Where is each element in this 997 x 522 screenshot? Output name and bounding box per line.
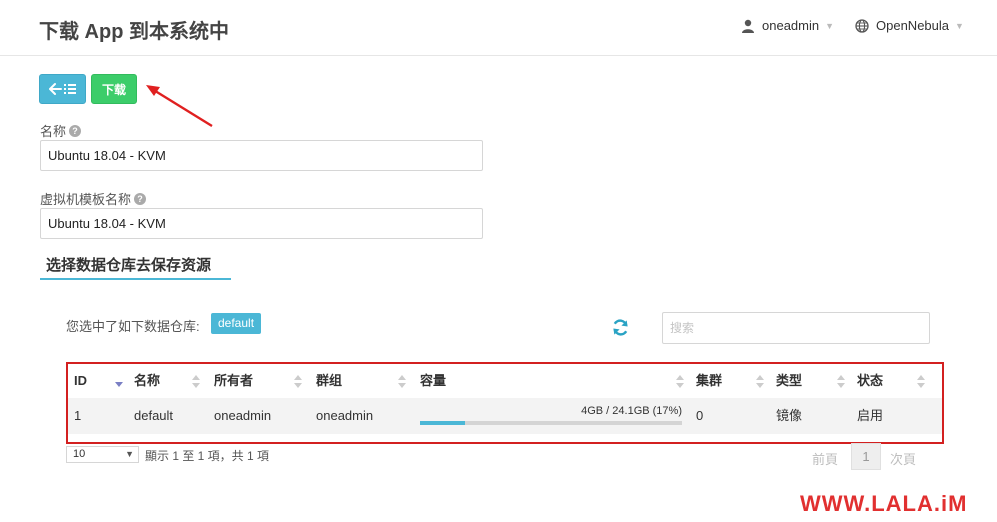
col-status[interactable]: 状态 — [851, 364, 931, 398]
cell-capacity: 4GB / 24.1GB (17%) — [581, 405, 682, 417]
user-name: oneadmin — [762, 18, 820, 33]
datastore-table: ID 名称 所有者 群组 容量 集群 类型 状态 1 default onead… — [66, 362, 944, 444]
page-title: 下载 App 到本系统中 — [39, 21, 229, 43]
selected-datastore-badge: default — [211, 313, 262, 334]
table-header: ID 名称 所有者 群组 容量 集群 类型 状态 — [68, 364, 942, 398]
sort-icon — [837, 375, 845, 388]
download-button[interactable]: 下载 — [91, 74, 137, 104]
sort-desc-icon — [115, 382, 123, 387]
watermark: WWW.LALA.iM — [800, 491, 968, 516]
refresh-icon[interactable] — [611, 318, 630, 337]
sort-icon — [294, 375, 302, 388]
cell-cluster: 0 — [696, 408, 704, 423]
cell-type: 镜像 — [776, 408, 803, 423]
sort-icon — [192, 375, 200, 388]
globe-icon — [855, 18, 869, 33]
next-page-button[interactable]: 次頁 — [890, 449, 916, 468]
cell-name: default — [134, 408, 174, 423]
search-input[interactable] — [662, 312, 930, 344]
zone-name: OpenNebula — [876, 18, 949, 33]
capacity-bar — [420, 421, 682, 425]
cell-group: oneadmin — [316, 408, 374, 423]
chevron-down-icon: ▼ — [125, 449, 134, 459]
help-icon[interactable]: ? — [69, 124, 82, 137]
user-icon — [742, 19, 754, 33]
zone-menu[interactable]: OpenNebula ▼ — [855, 18, 964, 33]
template-name-label: 虚拟机模板名称 ? — [40, 189, 147, 208]
sort-icon — [917, 375, 925, 388]
selected-datastore-text: 您选中了如下数据仓库: — [66, 319, 200, 334]
cell-owner: oneadmin — [214, 408, 272, 423]
section-title: 选择数据仓库去保存资源 — [40, 254, 231, 280]
col-type[interactable]: 类型 — [770, 364, 851, 398]
sort-icon — [756, 375, 764, 388]
col-group[interactable]: 群组 — [310, 364, 412, 398]
chevron-down-icon: ▼ — [825, 20, 835, 31]
col-name[interactable]: 名称 — [128, 364, 206, 398]
back-list-icon — [48, 83, 76, 95]
sort-icon — [398, 375, 406, 388]
top-header: 下载 App 到本系统中 oneadmin ▼ OpenNebula ▼ — [0, 0, 997, 56]
prev-page-button[interactable]: 前頁 — [812, 449, 838, 468]
back-button[interactable] — [39, 74, 86, 104]
help-icon[interactable]: ? — [134, 192, 147, 205]
page-size-select[interactable]: 10 ▼ — [66, 446, 139, 463]
name-label: 名称 ? — [40, 121, 82, 140]
cell-status: 启用 — [857, 408, 884, 423]
template-name-input[interactable] — [40, 208, 483, 239]
col-capacity[interactable]: 容量 — [414, 364, 690, 398]
table-row[interactable]: 1 default oneadmin oneadmin 4GB / 24.1GB… — [68, 398, 942, 434]
user-menu[interactable]: oneadmin ▼ — [741, 18, 834, 33]
annotation-arrow — [146, 85, 213, 128]
capacity-bar-fill — [420, 421, 465, 425]
col-id[interactable]: ID — [68, 364, 126, 398]
name-input[interactable] — [40, 140, 483, 171]
col-owner[interactable]: 所有者 — [208, 364, 308, 398]
chevron-down-icon: ▼ — [955, 20, 964, 31]
table-info: 顯示 1 至 1 項，共 1 項 — [145, 449, 270, 463]
cell-id: 1 — [74, 408, 82, 423]
col-cluster[interactable]: 集群 — [690, 364, 770, 398]
page-1-button[interactable]: 1 — [851, 443, 881, 470]
sort-icon — [676, 375, 684, 388]
